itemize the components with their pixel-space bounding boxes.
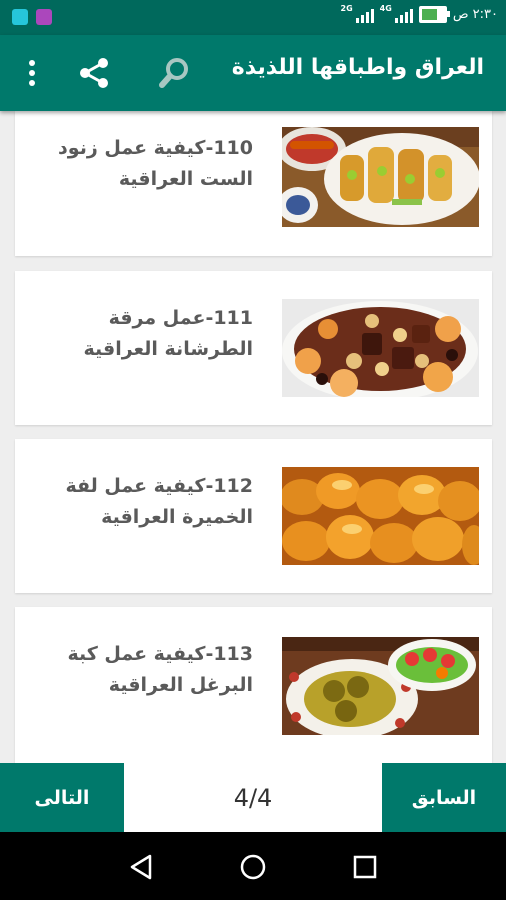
status-bar: 2G 4G ٢:٣٠ ص (0, 0, 506, 35)
more-vert-icon[interactable] (12, 53, 52, 93)
recipe-image-111 (282, 299, 479, 397)
notification-icons (12, 9, 52, 25)
recipe-title-line2: البرغل العراقية (108, 674, 253, 696)
recipe-card-111[interactable]: 111-عمل مرقة الطرشانة العراقية (15, 271, 492, 425)
back-icon[interactable] (124, 850, 158, 884)
signal-icon-2 (394, 7, 413, 23)
home-icon[interactable] (236, 850, 270, 884)
recipe-title-112: 112-كيفية عمل لفة الخميرة العراقية (65, 475, 253, 528)
recipe-number: 111 (213, 307, 253, 329)
battery-level (421, 9, 437, 20)
next-button[interactable]: التالى (0, 763, 124, 832)
recents-icon[interactable] (348, 850, 382, 884)
recipe-card-110[interactable]: 110-كيفية عمل زنود الست العراقية (15, 111, 492, 256)
share-icon[interactable] (74, 53, 114, 93)
notification-icon-2 (36, 9, 52, 25)
recipe-title-line2: الطرشانة العراقية (83, 338, 254, 360)
recipe-image-110 (282, 127, 479, 229)
recipe-title-111: 111-عمل مرقة الطرشانة العراقية (83, 307, 254, 360)
recipe-image-112 (282, 467, 479, 565)
recipe-card-113[interactable]: 113-كيفية عمل كبة البرغل العراقية (15, 607, 492, 763)
clock: ٢:٣٠ ص (452, 7, 498, 22)
app-title: العراق واطباقها اللذيذة (231, 55, 484, 80)
recipe-card-112[interactable]: 112-كيفية عمل لفة الخميرة العراقية (15, 439, 492, 593)
pager-bar: التالى 4/4 السابق (0, 763, 506, 832)
status-indicators: 2G 4G ٢:٣٠ ص (340, 4, 498, 23)
system-navigation-bar (0, 832, 506, 900)
recipe-number: 113 (213, 643, 253, 665)
recipe-title-line1: كيفية عمل زنود (58, 137, 206, 159)
recipe-list[interactable]: 110-كيفية عمل زنود الست العراقية 111-عمل… (0, 111, 506, 763)
recipe-title-110: 110-كيفية عمل زنود الست العراقية (58, 137, 253, 190)
recipe-image-113 (282, 637, 479, 735)
recipe-title-line1: كيفية عمل لفة (65, 475, 206, 497)
notification-icon-1 (12, 9, 28, 25)
recipe-title-line1: كيفية عمل كبة (67, 643, 206, 665)
recipe-title-113: 113-كيفية عمل كبة البرغل العراقية (67, 643, 253, 696)
signal-icon-1 (355, 7, 374, 23)
recipe-number: 112 (213, 475, 253, 497)
search-icon[interactable] (154, 53, 194, 93)
recipe-title-line2: الخميرة العراقية (101, 506, 253, 528)
recipe-number: 110 (213, 137, 253, 159)
network-type-2g: 2G (340, 4, 353, 13)
recipe-title-line2: الست العراقية (118, 168, 253, 190)
battery-icon (418, 6, 450, 23)
previous-button[interactable]: السابق (382, 763, 506, 832)
recipe-title-line1: عمل مرقة (108, 307, 206, 329)
network-type-4g: 4G (379, 4, 392, 13)
page-indicator: 4/4 (233, 783, 273, 812)
app-bar: العراق واطباقها اللذيذة (0, 35, 506, 111)
